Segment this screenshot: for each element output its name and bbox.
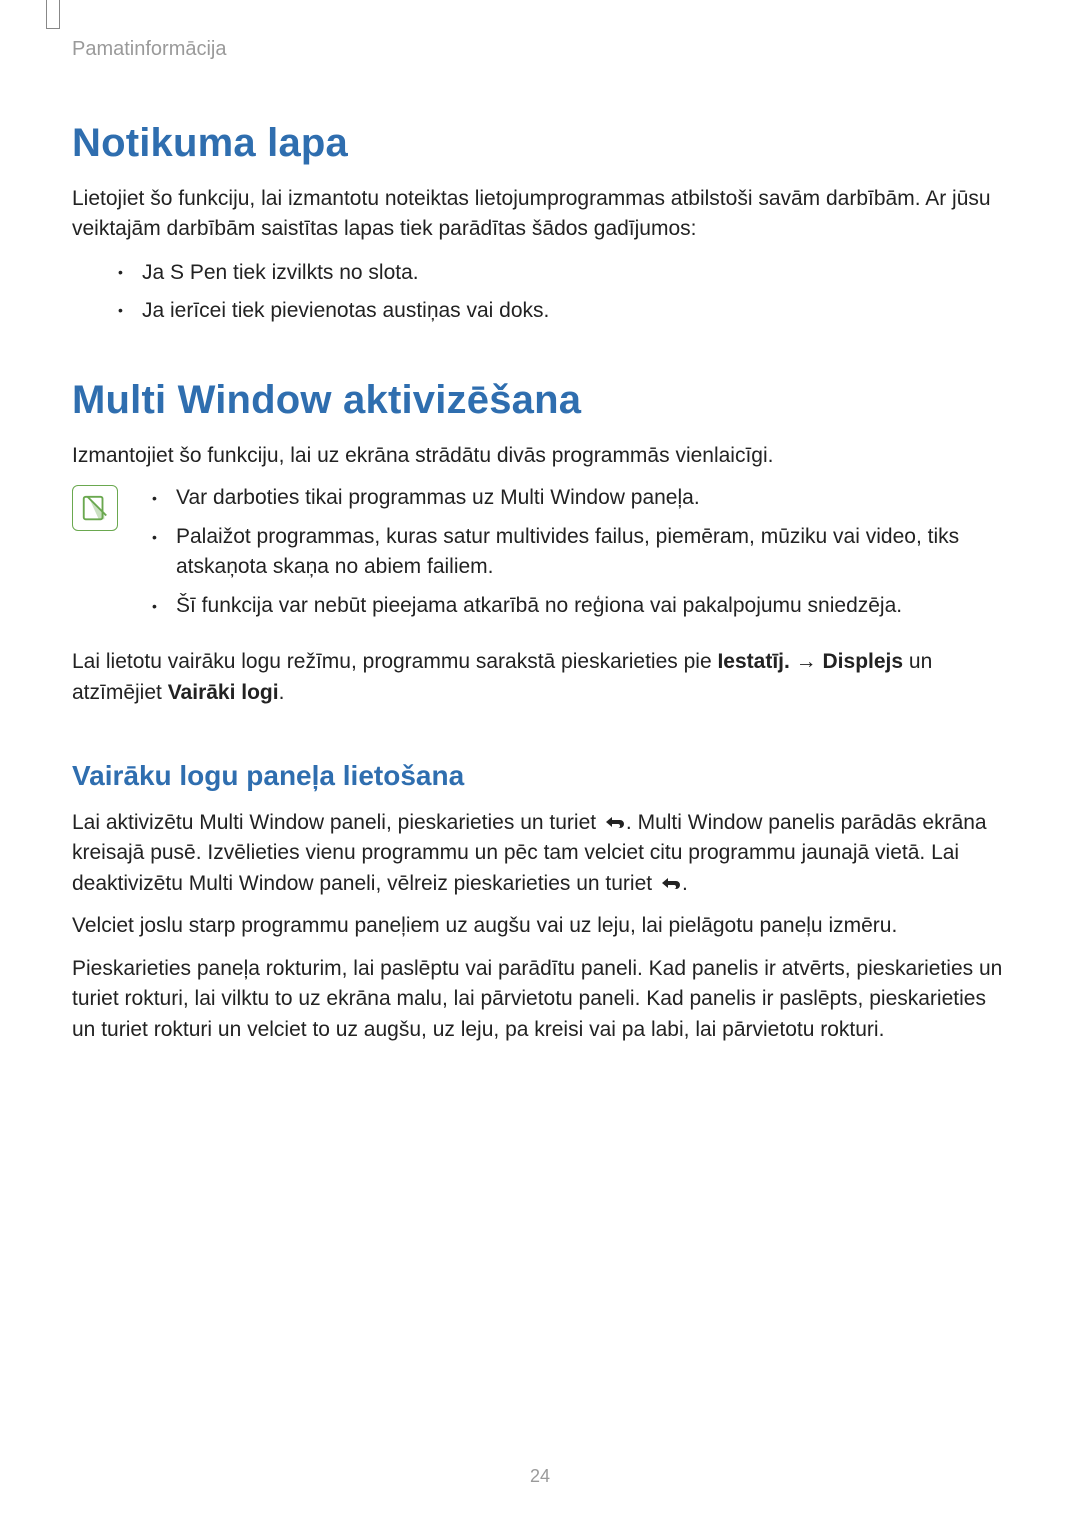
list-item: Ja S Pen tiek izvilkts no slota. [112,257,1008,290]
bold-iestatij: Iestatīj. [717,650,789,673]
text-fragment: Lai aktivizētu Multi Window paneli, pies… [72,811,602,834]
list-item: Palaižot programmas, kuras satur multivi… [146,522,1008,583]
list-item: Ja ierīcei tiek pievienotas austiņas vai… [112,295,1008,328]
list-item: Var darboties tikai programmas uz Multi … [146,483,1008,513]
section3-p2: Velciet joslu starp programmu paneļiem u… [72,911,1008,941]
bold-displejs: Displejs [823,650,904,673]
section2-enable-text: Lai lietotu vairāku logu režīmu, program… [72,647,1008,708]
list-item: Šī funkcija var nebūt pieejama atkarībā … [146,591,1008,621]
back-icon [658,872,682,895]
heading-vairaku-logu-panela: Vairāku logu paneļa lietošana [72,760,1008,792]
heading-multi-window: Multi Window aktivizēšana [72,378,1008,423]
section1-bullet-list: Ja S Pen tiek izvilkts no slota. Ja ierī… [112,257,1008,328]
section3-p1: Lai aktivizētu Multi Window paneli, pies… [72,808,1008,899]
note-block: Var darboties tikai programmas uz Multi … [72,483,1008,629]
note-list: Var darboties tikai programmas uz Multi … [146,483,1008,629]
page-number: 24 [0,1466,1080,1487]
text-fragment: . [682,872,688,895]
note-icon [72,485,118,531]
text-fragment: . [279,681,285,704]
arrow-glyph: → [790,650,823,673]
section1-intro: Lietojiet šo funkciju, lai izmantotu not… [72,184,1008,245]
back-icon [602,811,626,834]
section3-p3: Pieskarieties paneļa rokturim, lai paslē… [72,954,1008,1045]
section2-intro: Izmantojiet šo funkciju, lai uz ekrāna s… [72,441,1008,471]
running-header: Pamatinformācija [72,38,1008,61]
heading-notikuma-lapa: Notikuma lapa [72,121,1008,166]
text-fragment: Lai lietotu vairāku logu režīmu, program… [72,650,717,673]
bold-vairaki-logi: Vairāki logi [168,681,279,704]
